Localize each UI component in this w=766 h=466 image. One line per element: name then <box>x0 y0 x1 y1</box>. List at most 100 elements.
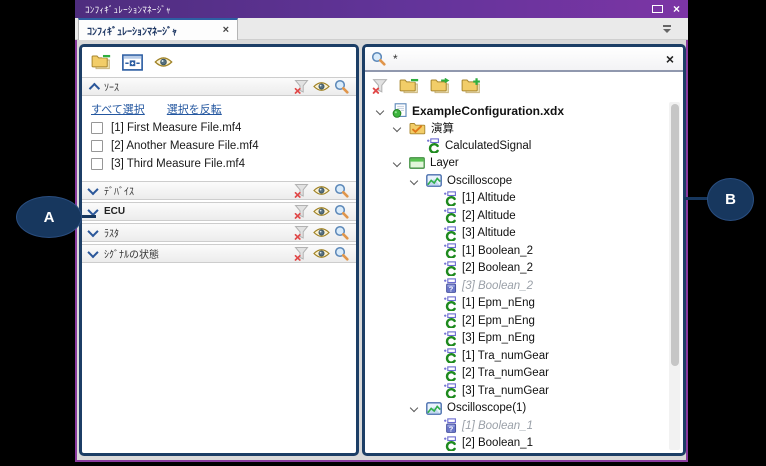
chevron-down-icon[interactable] <box>89 187 97 195</box>
tree-panel: * × ExampleConfiguration.xdx 演算 Calculat <box>362 44 686 456</box>
tree-item-missing[interactable]: [3] Boolean_2 <box>365 277 667 295</box>
search-icon[interactable] <box>334 183 349 198</box>
eye-icon[interactable] <box>313 227 330 238</box>
measure-file-row[interactable]: [1] First Measure File.mf4 <box>82 119 356 137</box>
file-checkbox[interactable] <box>91 158 103 170</box>
tab-bar: ｺﾝﾌｨｷﾞｭﾚｰｼｮﾝﾏﾈｰｼﾞｬ × <box>75 18 688 40</box>
tree-item[interactable]: CalculatedSignal <box>365 137 667 155</box>
configuration-manager-window: ｺﾝﾌｨｷﾞｭﾚｰｼｮﾝﾏﾈｰｼﾞｬ × ｺﾝﾌｨｷﾞｭﾚｰｼｮﾝﾏﾈｰｼﾞｬ … <box>75 0 688 462</box>
clear-filter-icon[interactable] <box>372 78 388 94</box>
signal-icon <box>443 331 457 346</box>
import-folder-icon[interactable] <box>430 78 450 94</box>
eye-icon[interactable] <box>154 56 173 68</box>
select-all-link[interactable]: すべて選択 <box>91 101 145 117</box>
maximize-button[interactable] <box>652 5 663 13</box>
search-icon[interactable] <box>334 79 349 94</box>
tree-item-label: [2] Altitude <box>462 210 516 222</box>
tree-item-label: [2] Boolean_1 <box>462 437 533 449</box>
tree-item[interactable]: Oscilloscope(1) <box>365 400 667 418</box>
section-label: ﾃﾞﾊﾞｲｽ <box>104 183 134 198</box>
callout-b-text: B <box>725 191 736 208</box>
clear-search-icon[interactable]: × <box>666 52 674 66</box>
eye-icon[interactable] <box>313 248 330 259</box>
search-icon[interactable] <box>334 246 349 261</box>
window-titlebar[interactable]: ｺﾝﾌｨｷﾞｭﾚｰｼｮﾝﾏﾈｰｼﾞｬ × <box>75 0 688 18</box>
panel-view-icon[interactable] <box>122 54 143 71</box>
tab-close-icon[interactable]: × <box>217 24 229 36</box>
signal-icon <box>443 226 457 241</box>
clear-filter-icon[interactable] <box>294 79 309 94</box>
signal-icon <box>443 383 457 398</box>
search-input[interactable]: * × <box>365 47 683 72</box>
remove-folder-icon[interactable] <box>399 78 419 94</box>
section-header-signal-state[interactable]: ｼｸﾞﾅﾙの状態 <box>82 244 356 263</box>
tree-item[interactable]: [3] Boolean_1 <box>365 452 667 453</box>
section-header-device[interactable]: ﾃﾞﾊﾞｲｽ <box>82 181 356 200</box>
section-header-ecu[interactable]: ECU <box>82 202 356 221</box>
tree-scrollbar[interactable] <box>669 102 680 450</box>
eye-icon[interactable] <box>313 206 330 217</box>
clear-filter-icon[interactable] <box>294 183 309 198</box>
eye-icon[interactable] <box>313 81 330 92</box>
chevron-down-icon[interactable] <box>375 108 392 114</box>
tab-overflow-button[interactable] <box>662 25 672 33</box>
tree-item[interactable]: [1] Tra_numGear <box>365 347 667 365</box>
measure-file-row[interactable]: [2] Another Measure File.mf4 <box>82 137 356 155</box>
tree-toolbar <box>365 72 683 99</box>
tree-item[interactable]: [1] Epm_nEng <box>365 295 667 313</box>
tree-item[interactable]: [2] Altitude <box>365 207 667 225</box>
tree-item[interactable]: [3] Altitude <box>365 225 667 243</box>
tree-item[interactable]: [2] Tra_numGear <box>365 365 667 383</box>
measure-file-row[interactable]: [3] Third Measure File.mf4 <box>82 155 356 173</box>
tree-item[interactable]: 演算 <box>365 120 667 138</box>
chevron-down-icon[interactable] <box>409 178 426 184</box>
chevron-down-icon[interactable] <box>409 405 426 411</box>
invert-selection-link[interactable]: 選択を反転 <box>167 101 222 117</box>
add-folder-icon[interactable] <box>461 78 481 94</box>
filter-panel-toolbar <box>82 47 356 77</box>
section-label: ｼｸﾞﾅﾙの状態 <box>104 246 159 261</box>
eye-icon[interactable] <box>313 185 330 196</box>
filter-panel: ｿｰｽ すべて選択 選択を反転 [1] First Measure File.m… <box>79 44 359 456</box>
tree-item-label: [3] Boolean_2 <box>462 280 533 292</box>
chevron-down-icon[interactable] <box>89 250 97 258</box>
tree-item[interactable]: [2] Epm_nEng <box>365 312 667 330</box>
signal-icon <box>443 243 457 258</box>
tree-item-root[interactable]: ExampleConfiguration.xdx <box>365 102 667 120</box>
tree-item-label: [1] Tra_numGear <box>462 350 549 362</box>
tree-item[interactable]: [2] Boolean_2 <box>365 260 667 278</box>
oscilloscope-icon <box>426 402 442 415</box>
search-icon[interactable] <box>334 204 349 219</box>
search-icon <box>371 51 386 66</box>
clear-filter-icon[interactable] <box>294 204 309 219</box>
tree-item[interactable]: [1] Boolean_2 <box>365 242 667 260</box>
chevron-down-icon[interactable] <box>392 125 409 131</box>
file-checkbox[interactable] <box>91 140 103 152</box>
tree-item[interactable]: Layer <box>365 155 667 173</box>
tree-item[interactable]: [3] Tra_numGear <box>365 382 667 400</box>
file-checkbox[interactable] <box>91 122 103 134</box>
clear-filter-icon[interactable] <box>294 246 309 261</box>
section-header-raster[interactable]: ﾗｽﾀ <box>82 223 356 242</box>
tree-item[interactable]: [3] Epm_nEng <box>365 330 667 348</box>
section-header-source[interactable]: ｿｰｽ <box>82 77 356 96</box>
tree-item-label: [1] Epm_nEng <box>462 297 535 309</box>
callout-label-a: A <box>16 196 82 238</box>
clear-filter-icon[interactable] <box>294 225 309 240</box>
tab-configuration-manager[interactable]: ｺﾝﾌｨｷﾞｭﾚｰｼｮﾝﾏﾈｰｼﾞｬ × <box>78 18 238 40</box>
tree-item[interactable]: [2] Boolean_1 <box>365 435 667 453</box>
tree-item-missing[interactable]: [1] Boolean_1 <box>365 417 667 435</box>
search-icon[interactable] <box>334 225 349 240</box>
chevron-up-icon[interactable] <box>89 83 97 91</box>
remove-source-folder-icon[interactable] <box>91 54 111 70</box>
chevron-down-icon[interactable] <box>89 229 97 237</box>
scrollbar-thumb[interactable] <box>671 104 679 366</box>
tree-item[interactable]: [1] Altitude <box>365 190 667 208</box>
section-label: ｿｰｽ <box>104 79 119 94</box>
tree-item[interactable]: Oscilloscope <box>365 172 667 190</box>
tree-item-label: Layer <box>430 157 459 169</box>
window-close-button[interactable]: × <box>673 3 680 15</box>
tree-item-label: [3] Tra_numGear <box>462 385 549 397</box>
chevron-down-icon[interactable] <box>392 160 409 166</box>
callout-a-text: A <box>44 209 55 226</box>
